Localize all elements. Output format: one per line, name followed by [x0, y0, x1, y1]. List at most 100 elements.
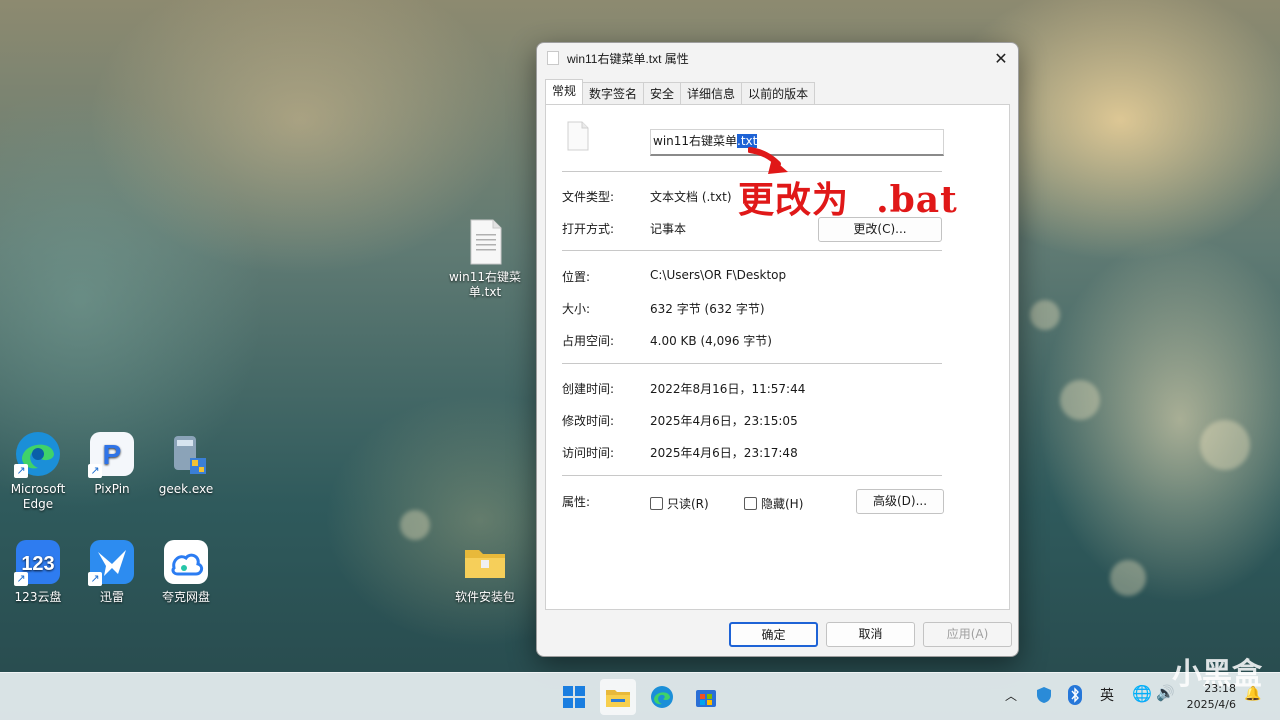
- disk-size-value: 4.00 KB (4,096 字节): [650, 334, 772, 348]
- tab-security[interactable]: 安全: [643, 82, 682, 104]
- desktop-icon-label: Microsoft: [10, 482, 66, 496]
- divider: [562, 363, 942, 364]
- ok-button[interactable]: 确定: [729, 622, 818, 647]
- file-type-icon: [566, 121, 590, 154]
- desktop-icon-software-folder[interactable]: 软件安装包: [447, 538, 523, 605]
- size-label: 大小:: [562, 302, 591, 316]
- desktop-icon-geek-exe[interactable]: geek.exe: [148, 430, 224, 497]
- store-icon: [696, 690, 716, 707]
- desktop-icon-label: 夸克网盘: [161, 590, 210, 604]
- desktop-icon-label: geek.exe: [158, 482, 214, 496]
- desktop-icon-label: 迅雷: [99, 590, 124, 604]
- geek-uninstaller-icon: [162, 430, 210, 478]
- open-with-label: 打开方式:: [562, 222, 615, 236]
- created-value: 2022年8月16日，11:57:44: [650, 382, 806, 396]
- tab-previous-versions[interactable]: 以前的版本: [741, 82, 816, 104]
- filename-base: win11右键菜单: [653, 134, 738, 148]
- wallpaper-bokeh: [1060, 380, 1100, 420]
- open-with-value: 记事本: [650, 222, 687, 236]
- file-explorer-icon: [606, 690, 630, 707]
- desktop-icon-123-cloud[interactable]: 123 ↗ 123云盘: [0, 538, 76, 605]
- attributes-label: 属性:: [562, 495, 591, 509]
- desktop-icon-pixpin[interactable]: P ↗ PixPin: [74, 430, 150, 497]
- wallpaper-bokeh: [1030, 300, 1060, 330]
- hidden-checkbox[interactable]: 隐藏(H): [744, 495, 803, 512]
- notification-bell-icon[interactable]: 🔔: [1244, 686, 1261, 702]
- readonly-checkbox[interactable]: 只读(R): [650, 495, 709, 512]
- taskbar: ︿ 英 🌐 🔊 小黑盒 23:18 2025/4/6 🔔: [0, 657, 1280, 720]
- cancel-button[interactable]: 取消: [826, 622, 915, 647]
- wallpaper-bokeh: [400, 510, 430, 540]
- desktop-icon-label: 单.txt: [468, 285, 502, 299]
- svg-text:P: P: [103, 439, 122, 470]
- start-button[interactable]: [556, 679, 592, 715]
- divider: [562, 250, 942, 251]
- tab-general[interactable]: 常规: [545, 79, 584, 104]
- desktop-icon-microsoft-edge[interactable]: ↗ Microsoft Edge: [0, 430, 76, 512]
- clock-date: 2025/4/6: [1186, 698, 1236, 711]
- close-icon: ✕: [994, 48, 1008, 68]
- taskbar-store[interactable]: [688, 679, 724, 715]
- checkbox-box[interactable]: [650, 497, 663, 510]
- accessed-value: 2025年4月6日，23:17:48: [650, 446, 798, 460]
- xunlei-icon: ↗: [88, 538, 136, 586]
- shortcut-arrow-icon: ↗: [88, 464, 102, 478]
- location-label: 位置:: [562, 270, 591, 284]
- tab-strip: 常规 数字签名 安全 详细信息 以前的版本: [545, 79, 816, 104]
- annotation-text: 更改为 .bat: [738, 179, 958, 221]
- close-button[interactable]: ✕: [984, 43, 1018, 73]
- checkbox-box[interactable]: [744, 497, 757, 510]
- clock[interactable]: 23:18 2025/4/6: [1187, 681, 1236, 713]
- desktop-icon-label: 软件安装包: [454, 590, 515, 604]
- desktop-icon-label: Edge: [22, 497, 54, 511]
- disk-size-label: 占用空间:: [562, 334, 615, 348]
- desktop-icon-label: PixPin: [94, 482, 130, 496]
- accessed-label: 访问时间:: [562, 446, 615, 460]
- taskbar-file-explorer[interactable]: [600, 679, 636, 715]
- file-type-value: 文本文档 (.txt): [650, 190, 732, 204]
- apply-button[interactable]: 应用(A): [923, 622, 1012, 647]
- ime-indicator[interactable]: 英: [1100, 685, 1114, 705]
- shortcut-arrow-icon: ↗: [14, 464, 28, 478]
- modified-label: 修改时间:: [562, 414, 615, 428]
- hidden-label: 隐藏(H): [761, 497, 804, 511]
- text-file-icon: [547, 51, 559, 65]
- quark-drive-icon: [162, 538, 210, 586]
- desktop-icon-xunlei[interactable]: ↗ 迅雷: [74, 538, 150, 605]
- desktop-icon-label: 123云盘: [14, 590, 62, 604]
- edge-icon: ↗: [14, 430, 62, 478]
- size-value: 632 字节 (632 字节): [650, 302, 765, 316]
- clock-time: 23:18: [1204, 682, 1236, 695]
- security-shield-icon[interactable]: [1036, 686, 1052, 707]
- properties-dialog: win11右键菜单.txt 属性 ✕ 常规 数字签名 安全 详细信息 以前的版本…: [536, 42, 1019, 657]
- taskbar-edge[interactable]: [644, 679, 680, 715]
- wallpaper-bokeh: [1110, 560, 1146, 596]
- wallpaper-bokeh: [1200, 420, 1250, 470]
- file-type-label: 文件类型:: [562, 190, 615, 204]
- created-label: 创建时间:: [562, 382, 615, 396]
- readonly-label: 只读(R): [667, 497, 709, 511]
- windows-start-icon: [563, 686, 585, 708]
- bluetooth-icon[interactable]: [1068, 685, 1082, 708]
- shortcut-arrow-icon: ↗: [88, 572, 102, 586]
- window-title: win11右键菜单.txt 属性: [567, 51, 689, 66]
- shortcut-arrow-icon: ↗: [14, 572, 28, 586]
- pixpin-icon: P ↗: [88, 430, 136, 478]
- folder-icon: [461, 538, 509, 586]
- desktop-icon-txt-file[interactable]: win11右键菜 单.txt: [447, 218, 523, 300]
- tab-details[interactable]: 详细信息: [680, 82, 743, 104]
- desktop-icon-label: win11右键菜: [448, 270, 522, 284]
- divider: [562, 475, 942, 476]
- tab-digital-signatures[interactable]: 数字签名: [582, 82, 645, 104]
- 123-cloud-icon: 123 ↗: [14, 538, 62, 586]
- tray-overflow-chevron-icon[interactable]: ︿: [1005, 687, 1017, 704]
- network-globe-icon[interactable]: 🌐: [1132, 684, 1152, 703]
- advanced-button[interactable]: 高级(D)...: [856, 489, 944, 514]
- text-file-icon: [461, 218, 509, 266]
- filename-input[interactable]: win11右键菜单.txt: [650, 129, 944, 156]
- title-bar[interactable]: win11右键菜单.txt 属性: [537, 43, 1018, 73]
- desktop-icon-quark-drive[interactable]: 夸克网盘: [148, 538, 224, 605]
- edge-icon: [651, 686, 673, 708]
- location-value: C:\Users\OR F\Desktop: [650, 268, 787, 282]
- modified-value: 2025年4月6日，23:15:05: [650, 414, 798, 428]
